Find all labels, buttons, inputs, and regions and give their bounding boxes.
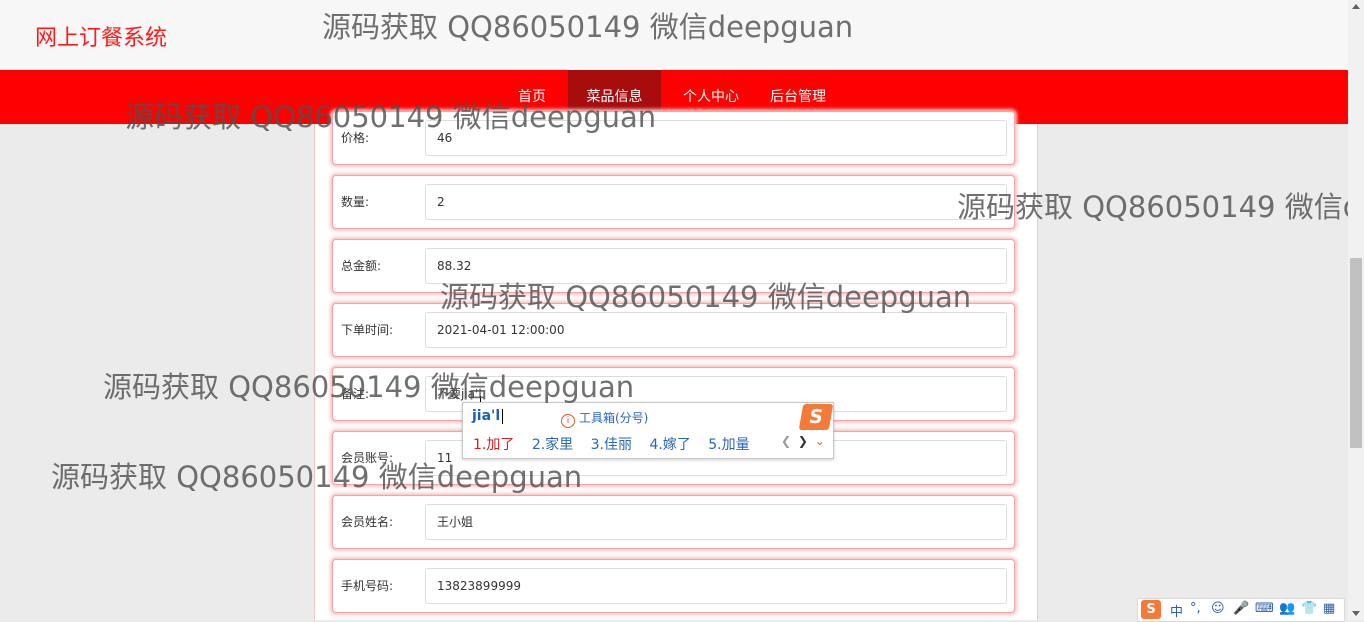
form-row-quantity: 数量: 2	[332, 175, 1015, 229]
ime-candidate-window: jia'l i 工具箱(分号) S 1.加了 2.家里 3.佳丽 4.嫁了 5.加…	[462, 402, 834, 459]
punctuation-icon[interactable]: °,	[1190, 601, 1201, 616]
order-time-input[interactable]: 2021-04-01 12:00:00	[425, 312, 1007, 348]
page-scrollbar[interactable]	[1348, 0, 1364, 620]
remark-label: 备注:	[341, 387, 370, 401]
scroll-thumb[interactable]	[1350, 258, 1362, 448]
ime-candidate[interactable]: 2.家里	[532, 434, 573, 454]
member-account-label: 会员账号:	[341, 451, 394, 465]
phone-label: 手机号码:	[341, 579, 394, 593]
scroll-up-icon[interactable]	[1352, 4, 1360, 9]
member-name-label: 会员姓名:	[341, 515, 394, 529]
chevron-left-icon[interactable]: ❮	[781, 434, 791, 448]
microphone-icon[interactable]: 🎤	[1233, 601, 1249, 616]
sogou-logo-icon[interactable]: S	[1141, 600, 1161, 619]
price-label: 价格:	[341, 131, 370, 145]
total-input[interactable]: 88.32	[425, 248, 1007, 284]
form-row-price: 价格: 46	[332, 111, 1015, 165]
ime-status-bar: S 中 °, ☺ 🎤 ⌨ 👥 👕 ▦	[1137, 598, 1345, 622]
total-label: 总金额:	[341, 259, 382, 273]
user-icon[interactable]: 👥	[1279, 601, 1295, 616]
info-icon: i	[561, 414, 575, 428]
form-row-phone: 手机号码: 13823899999	[332, 559, 1015, 613]
emoji-icon[interactable]: ☺	[1211, 601, 1225, 616]
chinese-mode-icon[interactable]: 中	[1170, 601, 1183, 620]
form-row-total: 总金额: 88.32	[332, 239, 1015, 293]
phone-input[interactable]: 13823899999	[425, 568, 1007, 604]
ime-page-nav: ❮ ❯ ⌄	[781, 434, 828, 448]
scroll-down-icon[interactable]	[1352, 611, 1360, 616]
ime-toolbox-label: 工具箱(分号)	[579, 411, 649, 425]
ime-candidate[interactable]: 5.加量	[708, 434, 749, 454]
sogou-logo-icon: S	[798, 404, 834, 430]
order-time-label: 下单时间:	[341, 323, 394, 337]
chevron-right-icon[interactable]: ❯	[798, 434, 808, 448]
form-row-order-time: 下单时间: 2021-04-01 12:00:00	[332, 303, 1015, 357]
keyboard-icon[interactable]: ⌨	[1255, 601, 1274, 616]
ime-composition: jia'l	[472, 408, 504, 424]
member-name-input[interactable]: 王小姐	[425, 504, 1007, 540]
quantity-label: 数量:	[341, 195, 370, 209]
quantity-input[interactable]: 2	[425, 184, 1007, 220]
ime-candidate-list: 1.加了 2.家里 3.佳丽 4.嫁了 5.加量	[473, 434, 763, 454]
ime-candidate[interactable]: 3.佳丽	[591, 434, 632, 454]
ime-candidate[interactable]: 1.加了	[473, 434, 514, 454]
price-input[interactable]: 46	[425, 120, 1007, 156]
ime-toolbox[interactable]: i 工具箱(分号)	[561, 409, 648, 428]
header-bar: 网上订餐系统	[0, 0, 1348, 70]
skin-icon[interactable]: 👕	[1301, 601, 1317, 616]
chevron-down-icon[interactable]: ⌄	[815, 434, 825, 448]
form-row-member-name: 会员姓名: 王小姐	[332, 495, 1015, 549]
toolbox-grid-icon[interactable]: ▦	[1323, 601, 1335, 616]
ime-candidate[interactable]: 4.嫁了	[649, 434, 690, 454]
site-brand[interactable]: 网上订餐系统	[35, 20, 167, 52]
